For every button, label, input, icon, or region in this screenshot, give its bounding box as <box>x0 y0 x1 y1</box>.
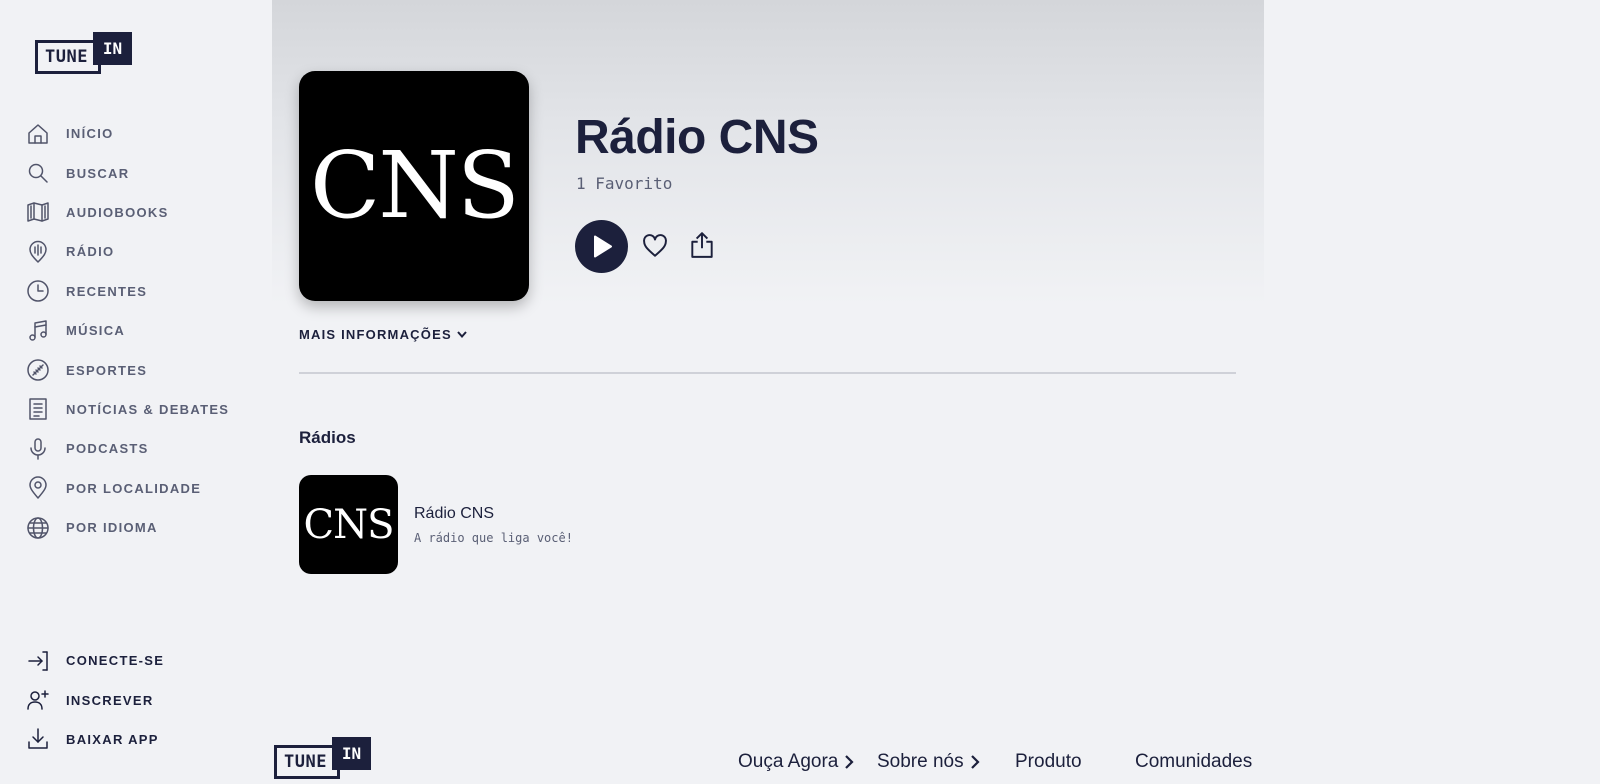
sidebar-item-musica[interactable]: MÚSICA <box>26 311 266 350</box>
favorite-button[interactable] <box>642 234 668 258</box>
add-user-icon <box>26 688 50 712</box>
home-icon <box>26 122 50 146</box>
sidebar-item-label: BAIXAR APP <box>66 731 159 747</box>
sidebar-item-podcasts[interactable]: PODCASTS <box>26 429 266 468</box>
list-item-title: Rádio CNS <box>414 505 495 522</box>
artwork-logo-text: CNS <box>303 501 394 548</box>
globe-icon <box>26 516 50 540</box>
sidebar-item-radio[interactable]: RÁDIO <box>26 232 266 271</box>
sidebar-item-label: AUDIOBOOKS <box>66 204 169 220</box>
sidebar-item-label: RÁDIO <box>66 244 115 260</box>
main-content: CNS Rádio CNS 1 Favorito MAIS INFORMAÇÕE… <box>272 0 1264 784</box>
book-icon <box>26 200 50 224</box>
search-icon <box>26 161 50 185</box>
footer-link-label: Produto <box>1015 751 1082 772</box>
sidebar-item-esportes[interactable]: ESPORTES <box>26 350 266 389</box>
list-item[interactable]: CNS Rádio CNS A rádio que liga você! <box>299 475 799 574</box>
sidebar-item-label: NOTÍCIAS & DEBATES <box>66 401 230 417</box>
footer-link-sobre-nos[interactable]: Sobre nós <box>877 751 980 773</box>
sidebar-item-label: CONECTE-SE <box>66 653 165 669</box>
sidebar-item-inicio[interactable]: INÍCIO <box>26 114 266 153</box>
sports-ball-icon <box>26 358 50 382</box>
chevron-right-icon <box>970 755 980 769</box>
clock-icon <box>26 279 50 303</box>
share-icon <box>691 232 713 258</box>
sidebar-item-label: PODCASTS <box>66 441 149 457</box>
radios-section-title: Rádios <box>299 428 356 447</box>
footer-link-ouca-agora[interactable]: Ouça Agora <box>738 751 854 773</box>
share-button[interactable] <box>689 231 715 259</box>
news-icon <box>26 397 50 421</box>
account-nav: CONECTE-SE INSCREVER BAIXAR APP <box>26 641 266 759</box>
sidebar-item-localidade[interactable]: POR LOCALIDADE <box>26 469 266 508</box>
more-info-toggle[interactable]: MAIS INFORMAÇÕES <box>299 327 467 342</box>
favorites-count: 1 Favorito <box>576 174 673 193</box>
artwork-logo-text: CNS <box>310 132 520 239</box>
sidebar-item-label: BUSCAR <box>66 165 130 181</box>
page-title: Rádio CNS <box>575 111 819 164</box>
sidebar-item-audiobooks[interactable]: AUDIOBOOKS <box>26 193 266 232</box>
footer-link-label: Comunidades <box>1135 751 1253 772</box>
sidebar-item-label: POR IDIOMA <box>66 520 158 536</box>
list-item-artwork: CNS <box>299 475 398 574</box>
microphone-icon <box>26 437 50 461</box>
main-nav: INÍCIO BUSCAR AUDIOBOOKS RÁDIO RECENTES … <box>26 114 266 547</box>
footer-link-produto[interactable]: Produto <box>1015 751 1082 773</box>
footer-tunein-logo[interactable]: TUNE IN <box>274 737 374 781</box>
heart-icon <box>643 234 667 257</box>
sidebar: TUNE IN INÍCIO BUSCAR AUDIOBOOKS RÁDIO R… <box>0 0 272 784</box>
logo-in-text: IN <box>93 32 132 65</box>
tunein-logo[interactable]: TUNE IN <box>35 32 135 76</box>
sidebar-item-buscar[interactable]: BUSCAR <box>26 153 266 192</box>
footer-link-label: Sobre nós <box>877 751 964 772</box>
sidebar-item-noticias[interactable]: NOTÍCIAS & DEBATES <box>26 390 266 429</box>
sidebar-item-conecte-se[interactable]: CONECTE-SE <box>26 641 266 680</box>
logo-tune-text: TUNE <box>35 40 101 74</box>
chevron-right-icon <box>845 755 854 769</box>
footer-link-label: Ouça Agora <box>738 751 839 772</box>
sidebar-item-label: INÍCIO <box>66 126 114 142</box>
sidebar-item-label: ESPORTES <box>66 362 148 378</box>
login-icon <box>26 649 50 673</box>
station-artwork: CNS <box>299 71 529 301</box>
sidebar-item-label: MÚSICA <box>66 323 126 339</box>
section-divider <box>299 372 1236 374</box>
sidebar-item-label: INSCREVER <box>66 692 154 708</box>
sidebar-item-label: POR LOCALIDADE <box>66 480 202 496</box>
location-pin-icon <box>26 476 50 500</box>
sidebar-item-recentes[interactable]: RECENTES <box>26 272 266 311</box>
chevron-down-icon <box>457 331 467 338</box>
download-icon <box>26 727 50 751</box>
logo-tune-text: TUNE <box>274 745 340 779</box>
more-info-label: MAIS INFORMAÇÕES <box>299 327 452 342</box>
sidebar-item-baixar-app[interactable]: BAIXAR APP <box>26 720 266 759</box>
radio-icon <box>26 240 50 264</box>
logo-in-text: IN <box>332 737 371 770</box>
play-button[interactable] <box>575 220 628 273</box>
sidebar-item-label: RECENTES <box>66 283 148 299</box>
sidebar-item-inscrever[interactable]: INSCREVER <box>26 680 266 719</box>
list-item-subtitle: A rádio que liga você! <box>414 531 573 545</box>
sidebar-item-idioma[interactable]: POR IDIOMA <box>26 508 266 547</box>
play-icon <box>594 235 612 258</box>
music-note-icon <box>26 319 50 343</box>
footer-link-comunidades[interactable]: Comunidades <box>1135 751 1252 773</box>
